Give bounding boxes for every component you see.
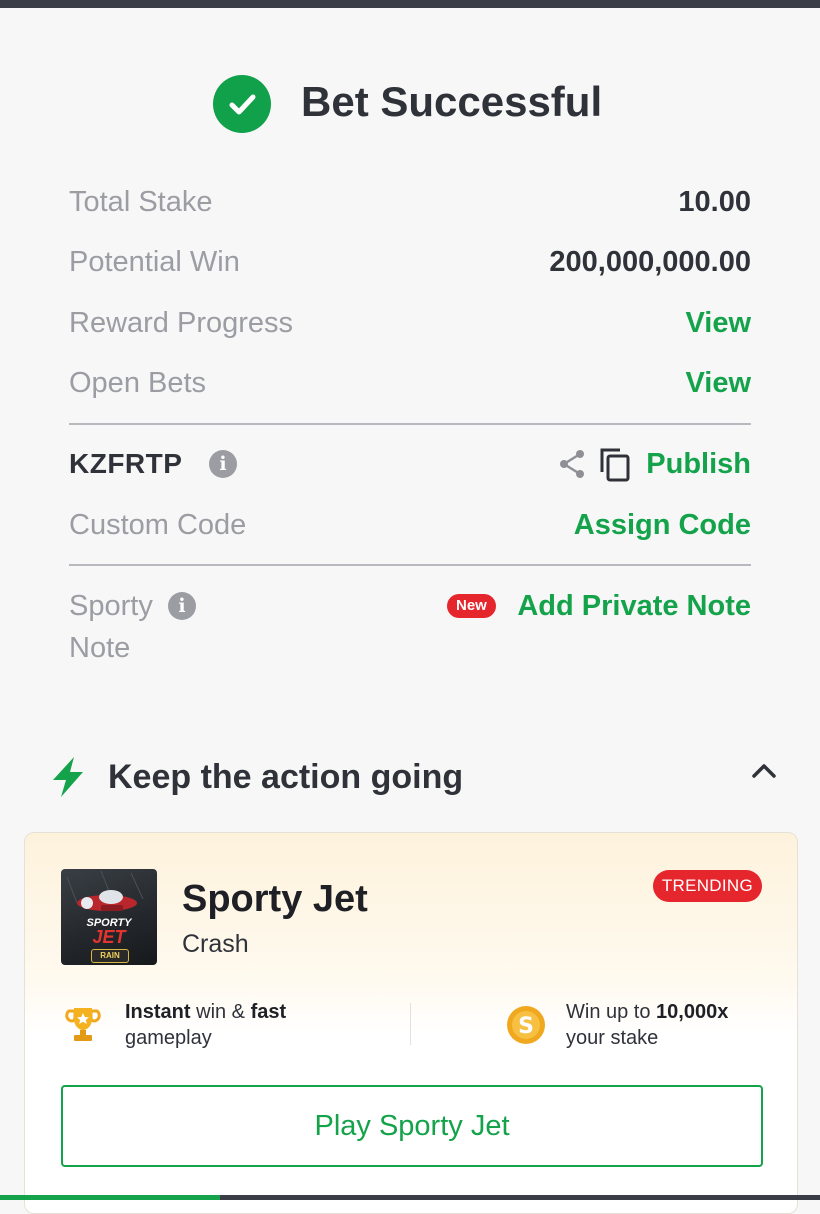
open-bets-view-link[interactable]: View [685,363,751,403]
trending-badge: TRENDING [652,870,762,902]
thumb-badge: RAIN [91,949,129,963]
top-status-bar [0,0,820,8]
section-title: Keep the action going [108,758,464,796]
total-stake-label: Total Stake [69,186,213,218]
custom-code-row: Custom Code Assign Code [69,505,751,545]
feature-bold-instant: Instant [125,1001,191,1023]
game-category: Crash [182,930,249,958]
coin-icon: S [505,1004,547,1046]
trophy-icon [63,1005,103,1045]
booking-code-row: KZFRTP i Publish [69,444,751,484]
svg-text:S: S [518,1014,534,1039]
reward-progress-label: Reward Progress [69,307,294,339]
booking-code: KZFRTP [69,448,183,479]
feature-bold-fast: fast [250,1001,287,1023]
bottom-progress-fill [0,1195,220,1200]
feature-bold-multiplier: 10,000x [656,1001,729,1023]
chevron-up-icon[interactable] [750,760,778,782]
sporty-note-label-line1: Sporty [69,590,153,622]
divider [69,423,751,425]
lightning-icon [50,756,86,798]
total-stake-row: Total Stake 10.00 [69,182,751,222]
sporty-note-label-line2: Note [69,632,131,664]
success-header: Bet Successful [0,72,820,133]
reward-progress-view-link[interactable]: View [685,303,751,343]
info-icon[interactable]: i [168,592,196,620]
info-icon[interactable]: i [209,450,237,478]
add-private-note-link[interactable]: Add Private Note [517,586,751,626]
new-badge: New [447,594,496,618]
potential-win-value: 200,000,000.00 [549,246,751,278]
sporty-note-row: Sporty Note i New Add Private Note [69,586,751,672]
total-stake-value: 10.00 [678,186,751,218]
reward-progress-row: Reward Progress View [69,303,751,343]
check-circle-icon [213,75,271,133]
share-icon[interactable] [556,448,588,480]
open-bets-row: Open Bets View [69,363,751,403]
game-title: Sporty Jet [182,878,368,920]
feature-text-your-stake: your stake [566,1027,659,1049]
game-promo-card: SPORTY JET RAIN Sporty Jet Crash TRENDIN… [24,832,798,1214]
play-game-button[interactable]: Play Sporty Jet [61,1085,763,1167]
publish-link[interactable]: Publish [646,444,751,484]
feature-text-win: win & [190,1001,251,1023]
copy-icon[interactable] [598,446,632,482]
feature-instant-win: Instant win & fast gameplay [125,999,385,1051]
page-title: Bet Successful [301,78,603,125]
assign-code-link[interactable]: Assign Code [574,505,751,545]
potential-win-label: Potential Win [69,246,240,278]
feature-text-gameplay: gameplay [125,1027,212,1049]
potential-win-row: Potential Win 200,000,000.00 [69,242,751,282]
bottom-progress-bar [0,1195,820,1200]
feature-win-up-to: Win up to 10,000x your stake [566,999,786,1051]
feature-text-win-up-to: Win up to [566,1001,657,1023]
custom-code-label: Custom Code [69,509,247,541]
divider [69,564,751,566]
feature-separator [410,1003,411,1045]
open-bets-label: Open Bets [69,367,207,399]
thumb-title-main: JET [92,927,126,947]
game-thumbnail[interactable]: SPORTY JET RAIN [61,869,157,965]
